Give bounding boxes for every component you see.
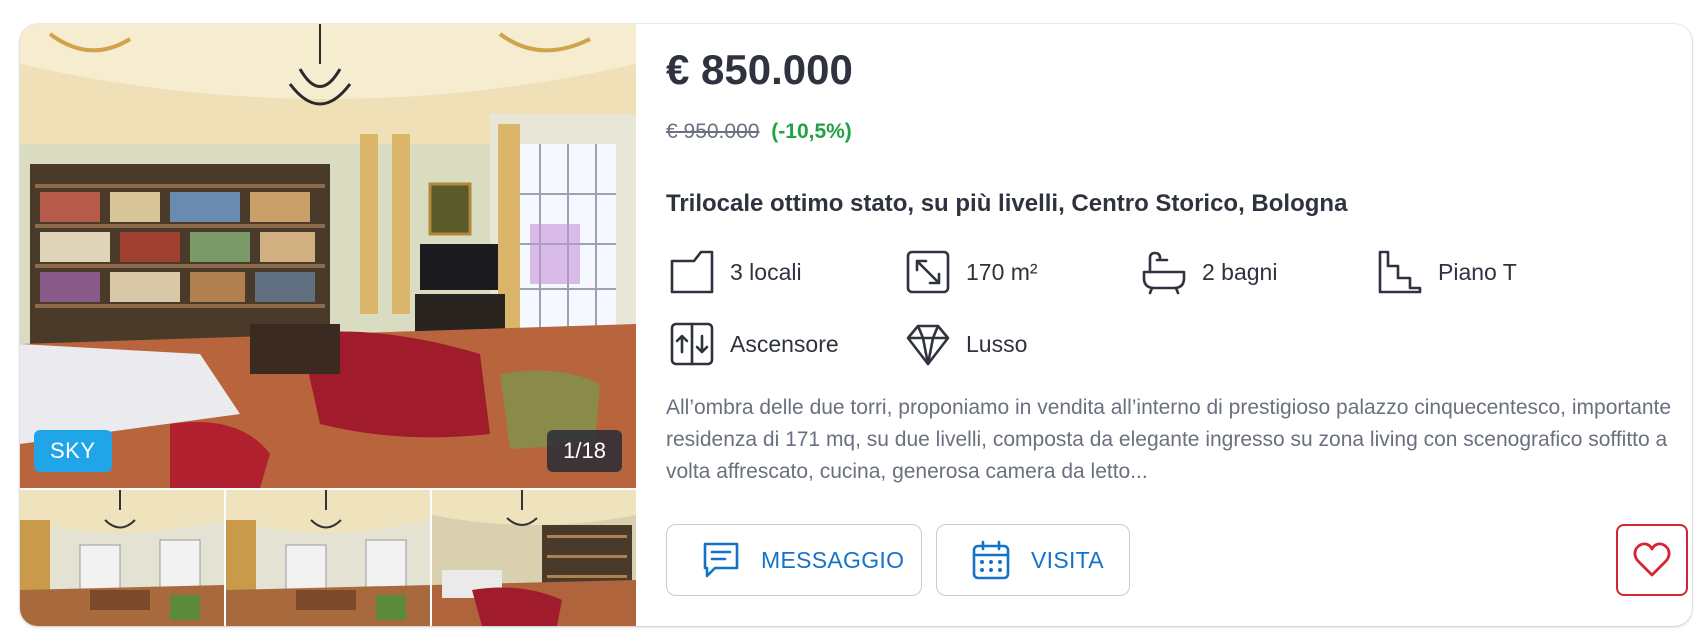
feature-floor: Piano T: [1374, 246, 1517, 298]
visit-button-label: VISITA: [1031, 546, 1104, 573]
area-icon: [902, 246, 954, 298]
feature-rooms: 3 locali: [666, 246, 802, 298]
message-button-label: MESSAGGIO: [761, 546, 905, 573]
agency-badge: SKY: [34, 430, 112, 472]
thumbnail[interactable]: [20, 490, 224, 626]
feature-label: 170 m²: [966, 258, 1038, 285]
feature-label: Lusso: [966, 330, 1028, 357]
feature-label: 3 locali: [730, 258, 802, 285]
old-price: € 950.000: [666, 120, 760, 143]
price: € 850.000: [666, 46, 853, 93]
feature-label: Piano T: [1438, 258, 1517, 285]
photo-gallery: SKY 1/18: [20, 24, 636, 626]
chat-icon: [703, 542, 739, 578]
elevator-icon: [666, 318, 718, 370]
photo-counter: 1/18: [547, 430, 622, 472]
feature-label: 2 bagni: [1202, 258, 1278, 285]
listing-title[interactable]: Trilocale ottimo stato, su più livelli, …: [666, 190, 1347, 218]
calendar-icon: [972, 540, 1010, 580]
listing-details: € 850.000 € 950.000 (-10,5%) Trilocale o…: [666, 24, 1692, 626]
feature-luxury: Lusso: [902, 318, 1027, 370]
heart-icon: [1633, 542, 1671, 577]
discount-percentage: (-10,5%): [771, 120, 852, 143]
feature-label: Ascensore: [730, 330, 839, 357]
favorite-button[interactable]: [1616, 524, 1688, 596]
main-photo[interactable]: SKY 1/18: [20, 24, 636, 488]
thumbnail[interactable]: [226, 490, 430, 626]
diamond-icon: [902, 318, 954, 370]
feature-bathrooms: 2 bagni: [1138, 246, 1277, 298]
feature-list: 3 locali 170 m² 2 bagni Piano T Ascensor…: [666, 246, 1676, 396]
stairs-icon: [1374, 246, 1426, 298]
bathtub-icon: [1138, 246, 1190, 298]
thumbnail-strip: [20, 490, 636, 626]
thumbnail[interactable]: [432, 490, 636, 626]
feature-elevator: Ascensore: [666, 318, 839, 370]
feature-area: 170 m²: [902, 246, 1038, 298]
rooms-icon: [666, 246, 718, 298]
price-reduction: € 950.000 (-10,5%): [666, 120, 852, 144]
visit-button[interactable]: VISITA: [936, 524, 1130, 596]
listing-card[interactable]: SKY 1/18 € 850.000 € 950.000 (-10,5%) Tr…: [20, 24, 1692, 626]
listing-description: All’ombra delle due torri, proponiamo in…: [666, 396, 1672, 483]
message-button[interactable]: MESSAGGIO: [666, 524, 922, 596]
